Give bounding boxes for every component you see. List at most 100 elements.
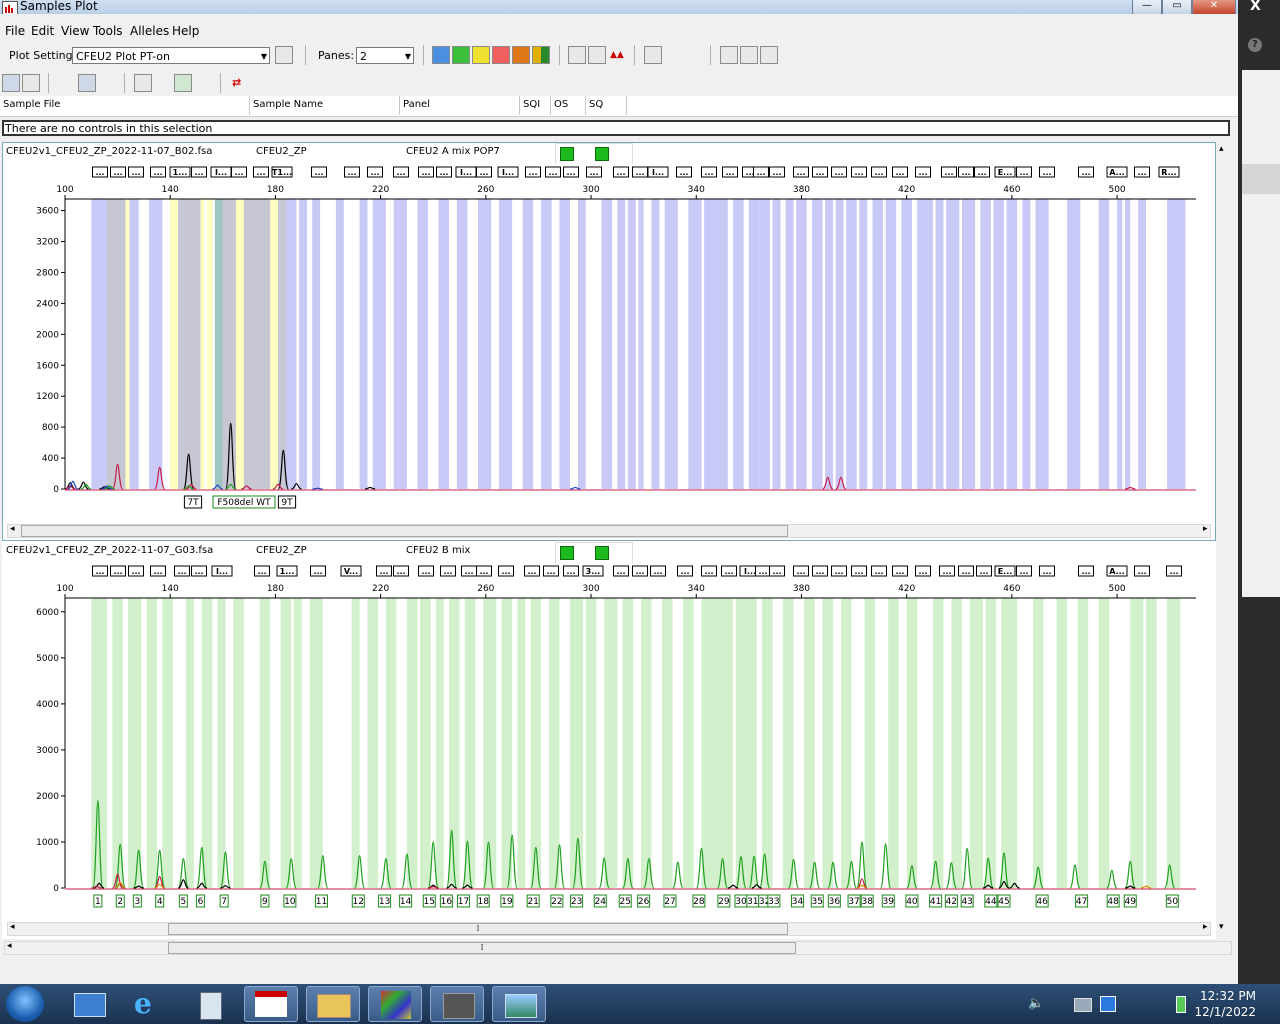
menu-alleles[interactable]: Alleles: [130, 24, 169, 38]
bin-region: [811, 199, 823, 489]
plot-settings-editor-icon[interactable]: [275, 46, 293, 64]
scroll-left-icon[interactable]: ◂: [10, 524, 15, 534]
scroll-right-icon[interactable]: ▸: [1203, 922, 1208, 932]
taskbar-window-app-icon[interactable]: [430, 986, 484, 1022]
grid-icon[interactable]: [740, 46, 758, 64]
allele-label: 45: [998, 897, 1009, 907]
close-button[interactable]: ✕: [1192, 0, 1236, 15]
menu-tools[interactable]: Tools: [93, 24, 123, 38]
scroll-right-icon[interactable]: ▸: [1203, 524, 1208, 534]
taskbar-explorer-icon[interactable]: [306, 986, 360, 1022]
plot-setting-select[interactable]: CFEU2 Plot PT-on ▼: [72, 47, 270, 64]
menu-view[interactable]: View: [61, 24, 89, 38]
clock-date[interactable]: 12/1/2022: [1186, 1005, 1256, 1019]
scroll-left-icon[interactable]: ◂: [7, 941, 12, 951]
col-sample-name[interactable]: Sample Name: [250, 96, 400, 115]
scroll-left-icon[interactable]: ◂: [10, 922, 15, 932]
minimize-button[interactable]: —: [1132, 0, 1162, 15]
show-peaks-icon[interactable]: [588, 46, 606, 64]
side-panel-body: [1242, 70, 1280, 597]
red-dye-icon[interactable]: [492, 46, 510, 64]
bin-label: ...: [1019, 567, 1028, 576]
sizing-table-icon[interactable]: [760, 46, 778, 64]
pane1-sample-name: CFEU2_ZP: [256, 146, 307, 157]
col-panel[interactable]: Panel: [400, 96, 520, 115]
menu-file[interactable]: File: [5, 24, 25, 38]
y-tick-label: 3000: [36, 746, 59, 756]
scroll-down-icon[interactable]: ▾: [1219, 922, 1224, 932]
bin-label: ...: [479, 168, 488, 177]
menu-help[interactable]: Help: [172, 24, 199, 38]
main-vscrollbar[interactable]: ▴ ▾: [1216, 142, 1230, 932]
printer-icon[interactable]: [1074, 998, 1092, 1012]
yellow-dye-icon[interactable]: [472, 46, 490, 64]
size-standard-icon[interactable]: [134, 74, 152, 92]
bin-label: ...: [194, 168, 203, 177]
start-button[interactable]: [6, 986, 44, 1022]
x-tick-label: 300: [582, 185, 599, 195]
bin-label: R...: [1161, 168, 1176, 177]
maximize-button[interactable]: ▭: [1162, 0, 1192, 15]
split-view-icon[interactable]: [684, 46, 702, 64]
peak-stack-icon[interactable]: [98, 74, 116, 92]
blue-dye-icon[interactable]: [432, 46, 450, 64]
plot-pane-2: CFEU2v1_CFEU2_ZP_2022-11-07_G03.fsa CFEU…: [2, 541, 1216, 939]
green-dye-icon[interactable]: [452, 46, 470, 64]
orange-dye-icon[interactable]: [512, 46, 530, 64]
allele-label: 28: [693, 897, 705, 907]
pane2-hscroll-thumb[interactable]: ⁞: [168, 923, 788, 935]
help-icon[interactable]: ?: [1248, 38, 1262, 52]
taskbar-calculator-icon[interactable]: [184, 986, 238, 1022]
pane1-hscroll-thumb[interactable]: [21, 525, 788, 537]
taskbar-genemapper-icon[interactable]: [244, 986, 298, 1022]
pane1-hscrollbar[interactable]: ◂ ▸: [7, 524, 1211, 538]
pane1-plot-area[interactable]: ............ 1...... I......... T1.........…: [3, 163, 1215, 523]
side-close-icon[interactable]: X: [1250, 0, 1261, 14]
highlight-region: [200, 199, 205, 489]
peak-view-icon[interactable]: [58, 74, 76, 92]
bin-region: [993, 199, 1004, 489]
col-sq[interactable]: SQ: [586, 96, 627, 115]
main-hscroll-thumb[interactable]: ⁞: [168, 942, 796, 954]
bin-label: ...: [113, 567, 122, 576]
col-sqi[interactable]: SQI: [520, 96, 551, 115]
col-os[interactable]: OS: [551, 96, 586, 115]
stack-view-icon[interactable]: [664, 46, 682, 64]
delete-allele-icon[interactable]: [194, 74, 212, 92]
allele-markers-icon[interactable]: ▲▲: [610, 50, 624, 60]
col-sample-file[interactable]: Sample File: [0, 96, 250, 115]
taskbar-ie-icon[interactable]: e: [122, 986, 176, 1022]
x-tick-label: 180: [267, 584, 284, 594]
bin-region: [662, 598, 673, 888]
panes-select[interactable]: 2 ▼: [356, 47, 414, 64]
pane2-hscrollbar[interactable]: ◂ ⁞ ▸: [7, 922, 1211, 936]
taskbar-chart-app-icon[interactable]: [368, 986, 422, 1022]
menu-edit[interactable]: Edit: [31, 24, 54, 38]
all-dyes-icon[interactable]: [532, 46, 550, 64]
bin-region: [748, 199, 760, 489]
bin-label: ...: [796, 168, 805, 177]
pane2-plot-area[interactable]: .................. I...... 1...... V.......…: [3, 562, 1215, 922]
bin-region: [664, 199, 678, 489]
volume-icon[interactable]: 🔈: [1028, 996, 1044, 1011]
network-icon[interactable]: [1100, 996, 1116, 1012]
swap-icon[interactable]: ⇄: [232, 76, 241, 89]
bin-region: [372, 199, 386, 489]
zoom-x-icon[interactable]: [22, 74, 40, 92]
add-allele-icon[interactable]: [174, 74, 192, 92]
scroll-up-icon[interactable]: ▴: [1219, 144, 1224, 154]
main-hscrollbar[interactable]: ◂ ⁞: [4, 941, 1232, 955]
peak-overlay-icon[interactable]: [78, 74, 96, 92]
zoom-fit-icon[interactable]: [2, 74, 20, 92]
battery-icon[interactable]: [1176, 996, 1186, 1013]
bin-region: [1098, 199, 1110, 489]
taskbar-image-viewer-icon[interactable]: [492, 986, 546, 1022]
overlay-view-icon[interactable]: [644, 46, 662, 64]
raw-data-icon[interactable]: [154, 74, 172, 92]
side-panel-tab[interactable]: [1242, 164, 1280, 194]
clock-time[interactable]: 12:32 PM: [1186, 989, 1256, 1003]
taskbar-desktop-app[interactable]: [62, 986, 116, 1022]
table-icon[interactable]: [720, 46, 738, 64]
show-bins-icon[interactable]: [568, 46, 586, 64]
bin-label: I...: [652, 168, 664, 177]
